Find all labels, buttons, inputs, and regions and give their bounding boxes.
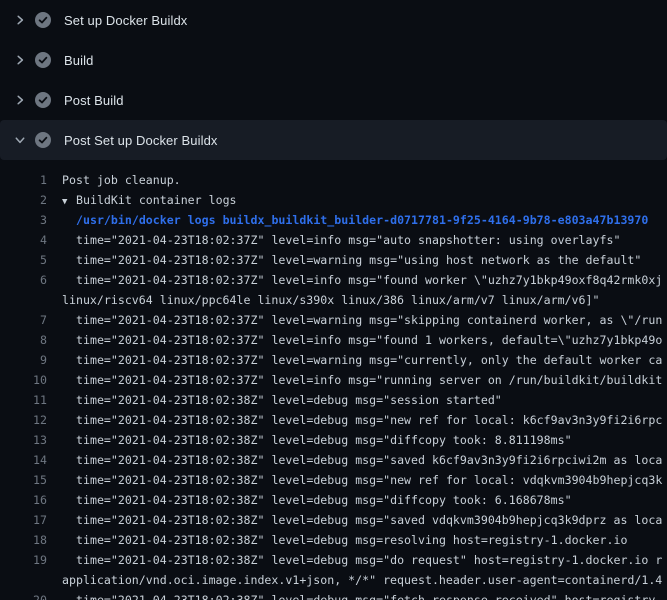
log-line-text: time="2021-04-23T18:02:38Z" level=debug … xyxy=(76,530,627,550)
check-circle-icon xyxy=(35,52,51,68)
log-line-number[interactable]: 1 xyxy=(0,170,47,190)
log-line-text: time="2021-04-23T18:02:38Z" level=debug … xyxy=(76,550,662,570)
step-title: Post Set up Docker Buildx xyxy=(64,133,218,148)
triangle-down-icon[interactable]: ▼ xyxy=(62,192,76,212)
log-line: 12 time="2021-04-23T18:02:38Z" level=debu… xyxy=(0,410,667,430)
step-header-set-up-docker-buildx[interactable]: Set up Docker Buildx xyxy=(0,0,667,40)
check-circle-icon xyxy=(35,92,51,108)
log-line: 13 time="2021-04-23T18:02:38Z" level=debu… xyxy=(0,430,667,450)
log-line-text: time="2021-04-23T18:02:37Z" level=warnin… xyxy=(76,350,662,370)
log-line-number[interactable]: 11 xyxy=(0,390,47,410)
log-line: 4 time="2021-04-23T18:02:37Z" level=info … xyxy=(0,230,667,250)
log-line-number[interactable]: 20 xyxy=(0,590,47,600)
log-line-number[interactable]: 7 xyxy=(0,310,47,330)
chevron-right-icon[interactable] xyxy=(14,94,26,106)
log-line-text: time="2021-04-23T18:02:38Z" level=debug … xyxy=(76,410,662,430)
log-line-text: application/vnd.oci.image.index.v1+json,… xyxy=(62,570,662,590)
log-line: 11 time="2021-04-23T18:02:38Z" level=debu… xyxy=(0,390,667,410)
log-line-number xyxy=(0,290,47,310)
step-list: Set up Docker Buildx Build Post Build Post … xyxy=(0,0,667,160)
log-line-text: time="2021-04-23T18:02:38Z" level=debug … xyxy=(76,470,662,490)
log-line-number[interactable]: 2 xyxy=(0,190,47,210)
chevron-right-icon[interactable] xyxy=(14,54,26,66)
step-title: Set up Docker Buildx xyxy=(64,13,187,28)
log-line-number[interactable]: 19 xyxy=(0,550,47,570)
log-line: 17 time="2021-04-23T18:02:38Z" level=debu… xyxy=(0,510,667,530)
log-line-number[interactable]: 15 xyxy=(0,470,47,490)
log-line-text: time="2021-04-23T18:02:37Z" level=warnin… xyxy=(76,310,662,330)
chevron-down-icon[interactable] xyxy=(14,134,26,146)
log-line-text: Post job cleanup. xyxy=(62,170,181,190)
check-circle-icon xyxy=(35,132,51,148)
log-line-number[interactable]: 16 xyxy=(0,490,47,510)
log-line-number[interactable]: 18 xyxy=(0,530,47,550)
log-line-text: time="2021-04-23T18:02:37Z" level=warnin… xyxy=(76,250,641,270)
step-title: Build xyxy=(64,53,93,68)
log-line-number[interactable]: 12 xyxy=(0,410,47,430)
log-line: 6 time="2021-04-23T18:02:37Z" level=info … xyxy=(0,270,667,290)
log-line-number[interactable]: 14 xyxy=(0,450,47,470)
log-line: application/vnd.oci.image.index.v1+json,… xyxy=(0,570,667,590)
log-line-text: time="2021-04-23T18:02:38Z" level=debug … xyxy=(76,590,662,600)
log-line: 2 ▼BuildKit container logs xyxy=(0,190,667,210)
log-line: 1 Post job cleanup. xyxy=(0,170,667,190)
log-pane: 1 Post job cleanup. 2 ▼BuildKit container l… xyxy=(0,160,667,600)
log-line: 14 time="2021-04-23T18:02:38Z" level=debu… xyxy=(0,450,667,470)
log-line-text: time="2021-04-23T18:02:38Z" level=debug … xyxy=(76,450,662,470)
step-title: Post Build xyxy=(64,93,124,108)
log-line-text: linux/riscv64 linux/ppc64le linux/s390x … xyxy=(62,290,599,310)
step-header-post-build[interactable]: Post Build xyxy=(0,80,667,120)
log-line-number[interactable]: 8 xyxy=(0,330,47,350)
log-line-text: time="2021-04-23T18:02:38Z" level=debug … xyxy=(76,490,572,510)
log-line: 16 time="2021-04-23T18:02:38Z" level=debu… xyxy=(0,490,667,510)
log-line: 19 time="2021-04-23T18:02:38Z" level=debu… xyxy=(0,550,667,570)
log-line: 9 time="2021-04-23T18:02:37Z" level=warni… xyxy=(0,350,667,370)
log-line-text: time="2021-04-23T18:02:38Z" level=debug … xyxy=(76,430,572,450)
log-group-label: BuildKit container logs xyxy=(76,193,237,207)
log-line-text: time="2021-04-23T18:02:37Z" level=info m… xyxy=(76,370,662,390)
chevron-right-icon[interactable] xyxy=(14,14,26,26)
step-header-build[interactable]: Build xyxy=(0,40,667,80)
log-line-number[interactable]: 13 xyxy=(0,430,47,450)
log-line: 7 time="2021-04-23T18:02:37Z" level=warni… xyxy=(0,310,667,330)
log-line: 3/usr/bin/docker logs buildx_buildkit_bu… xyxy=(0,210,667,230)
log-line-number[interactable]: 3 xyxy=(0,210,47,230)
log-line: 20 time="2021-04-23T18:02:38Z" level=debu… xyxy=(0,590,667,600)
actions-log-viewer: Set up Docker Buildx Build Post Build Post … xyxy=(0,0,667,600)
log-command-text: /usr/bin/docker logs buildx_buildkit_bui… xyxy=(76,210,648,230)
log-line-number[interactable]: 17 xyxy=(0,510,47,530)
log-line-text: time="2021-04-23T18:02:37Z" level=info m… xyxy=(76,230,620,250)
check-circle-icon xyxy=(35,12,51,28)
log-line-number[interactable]: 6 xyxy=(0,270,47,290)
log-line-text: time="2021-04-23T18:02:38Z" level=debug … xyxy=(76,510,662,530)
log-line-text: time="2021-04-23T18:02:38Z" level=debug … xyxy=(76,390,502,410)
log-line: 5 time="2021-04-23T18:02:37Z" level=warni… xyxy=(0,250,667,270)
log-line: 18 time="2021-04-23T18:02:38Z" level=debu… xyxy=(0,530,667,550)
log-line: 8 time="2021-04-23T18:02:37Z" level=info … xyxy=(0,330,667,350)
step-header-post-set-up-docker-buildx[interactable]: Post Set up Docker Buildx xyxy=(0,120,667,160)
log-line-text: time="2021-04-23T18:02:37Z" level=info m… xyxy=(76,270,662,290)
log-line: 10 time="2021-04-23T18:02:37Z" level=info… xyxy=(0,370,667,390)
log-line-number[interactable]: 4 xyxy=(0,230,47,250)
log-line: 15 time="2021-04-23T18:02:38Z" level=debu… xyxy=(0,470,667,490)
log-line-number[interactable]: 5 xyxy=(0,250,47,270)
log-line-number[interactable]: 10 xyxy=(0,370,47,390)
log-group-toggle[interactable]: ▼BuildKit container logs xyxy=(62,190,237,210)
log-line-number xyxy=(0,570,47,590)
log-line-text: time="2021-04-23T18:02:37Z" level=info m… xyxy=(76,330,662,350)
log-line: linux/riscv64 linux/ppc64le linux/s390x … xyxy=(0,290,667,310)
log-line-number[interactable]: 9 xyxy=(0,350,47,370)
